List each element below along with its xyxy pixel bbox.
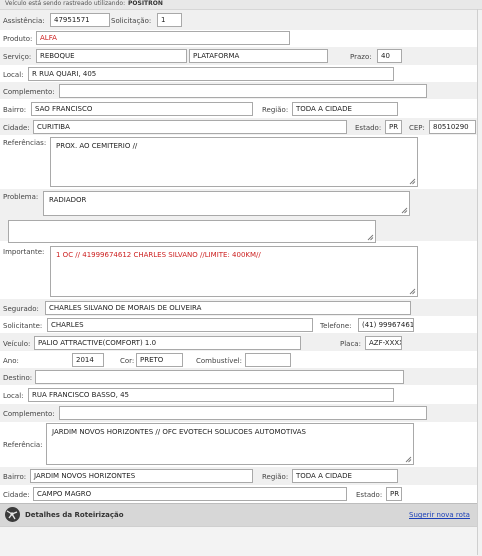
servico-type-field[interactable]: PLATAFORMA: [189, 49, 328, 63]
problema-text: RADIADOR: [49, 196, 87, 204]
local-field[interactable]: R RUA QUARI, 405: [28, 67, 394, 81]
resize-grip-icon[interactable]: [367, 234, 374, 241]
placa-field[interactable]: AZF-XXXX: [365, 336, 402, 350]
map-route-icon: [5, 507, 20, 522]
problema-textarea[interactable]: RADIADOR: [43, 191, 410, 216]
cor-label: Cor:: [120, 357, 135, 365]
veiculo-label: Veículo:: [3, 340, 31, 348]
dest-complemento-field[interactable]: [59, 406, 427, 420]
segurado-label: Segurado:: [3, 305, 39, 313]
assistencia-field[interactable]: 47951571: [50, 13, 110, 27]
destino-label: Destino:: [3, 374, 33, 382]
assistencia-label: Assistência:: [3, 17, 45, 25]
resize-grip-icon[interactable]: [405, 456, 412, 463]
problema-label: Problema:: [3, 193, 39, 201]
resize-grip-icon[interactable]: [409, 288, 416, 295]
cidade-field[interactable]: CURITIBA: [33, 120, 347, 134]
dest-referencia-label: Referência:: [3, 441, 43, 449]
roteirizacao-header: Detalhes da Roteirização Sugerir nova ro…: [0, 503, 477, 526]
solicitante-field[interactable]: CHARLES: [47, 318, 313, 332]
solicitacao-field[interactable]: 1: [157, 13, 182, 27]
produto-field[interactable]: ALFA: [36, 31, 290, 45]
dest-referencia-text: JARDIM NOVOS HORIZONTES // OFC EVOTECH S…: [52, 428, 306, 436]
dest-referencia-textarea[interactable]: JARDIM NOVOS HORIZONTES // OFC EVOTECH S…: [46, 423, 414, 465]
produto-label: Produto:: [3, 35, 33, 43]
cep-field[interactable]: 80510290: [429, 120, 476, 134]
dest-bairro-field[interactable]: JARDIM NOVOS HORIZONTES: [30, 469, 253, 483]
complemento-field[interactable]: [59, 84, 427, 98]
dest-cidade-label: Cidade:: [3, 491, 30, 499]
cidade-label: Cidade:: [3, 124, 30, 132]
tracker-name: POSITRON: [128, 0, 163, 7]
veiculo-field[interactable]: PALIO ATTRACTIVE(COMFORT) 1.0: [34, 336, 301, 350]
estado-field[interactable]: PR: [385, 120, 402, 134]
tracking-banner: Veículo está sendo rastreado utilizando:…: [0, 0, 482, 10]
dest-regiao-field[interactable]: TODA A CIDADE: [292, 469, 398, 483]
solicitacao-label: Solicitação:: [111, 17, 152, 25]
ano-label: Ano:: [3, 357, 19, 365]
dest-estado-field[interactable]: PR: [386, 487, 402, 501]
combustivel-field[interactable]: [245, 353, 291, 367]
resize-grip-icon[interactable]: [409, 178, 416, 185]
dest-bairro-label: Bairro:: [3, 473, 27, 481]
prazo-label: Prazo:: [350, 53, 372, 61]
telefone-field[interactable]: (41) 999674612: [358, 318, 414, 332]
right-border: [477, 9, 478, 555]
resize-grip-icon[interactable]: [401, 207, 408, 214]
dest-local-label: Local:: [3, 392, 24, 400]
servico-label: Serviço:: [3, 53, 32, 61]
tracking-label: Veículo está sendo rastreado utilizando:: [5, 0, 126, 7]
local-label: Local:: [3, 71, 24, 79]
destino-field[interactable]: [35, 370, 404, 384]
referencias-text: PROX. AO CEMITERIO //: [56, 142, 138, 150]
importante-textarea[interactable]: 1 OC // 41999674612 CHARLES SILVANO //LI…: [50, 246, 418, 297]
dest-cidade-field[interactable]: CAMPO MAGRO: [33, 487, 347, 501]
cep-label: CEP:: [409, 124, 425, 132]
segurado-field[interactable]: CHARLES SILVANO DE MORAIS DE OLIVEIRA: [45, 301, 411, 315]
regiao-field[interactable]: TODA A CIDADE: [292, 102, 398, 116]
importante-label: Importante:: [3, 248, 45, 256]
roteirizacao-panel: [0, 526, 477, 556]
solicitante-label: Solicitante:: [3, 322, 43, 330]
ano-field[interactable]: 2014: [72, 353, 104, 367]
roteirizacao-title: Detalhes da Roteirização: [25, 511, 124, 519]
suggest-route-link[interactable]: Sugerir nova rota: [409, 510, 470, 520]
regiao-label: Região:: [262, 106, 289, 114]
cor-field[interactable]: PRETO: [136, 353, 183, 367]
referencias-label: Referências:: [3, 139, 47, 147]
dest-regiao-label: Região:: [262, 473, 289, 481]
estado-label: Estado:: [355, 124, 382, 132]
bairro-field[interactable]: SAO FRANCISCO: [31, 102, 253, 116]
dest-local-field[interactable]: RUA FRANCISCO BASSO, 45: [28, 388, 394, 402]
servico-field[interactable]: REBOQUE: [36, 49, 187, 63]
bairro-label: Bairro:: [3, 106, 27, 114]
dest-estado-label: Estado:: [356, 491, 383, 499]
combustivel-label: Combustível:: [196, 357, 242, 365]
telefone-label: Telefone:: [320, 322, 352, 330]
prazo-field[interactable]: 40: [377, 49, 402, 63]
complemento-label: Complemento:: [3, 88, 55, 96]
dest-complemento-label: Complemento:: [3, 410, 55, 418]
placa-label: Placa:: [340, 340, 361, 348]
importante-text: 1 OC // 41999674612 CHARLES SILVANO //LI…: [56, 251, 261, 259]
problema-extra-textarea[interactable]: [8, 220, 376, 243]
referencias-textarea[interactable]: PROX. AO CEMITERIO //: [50, 137, 418, 187]
